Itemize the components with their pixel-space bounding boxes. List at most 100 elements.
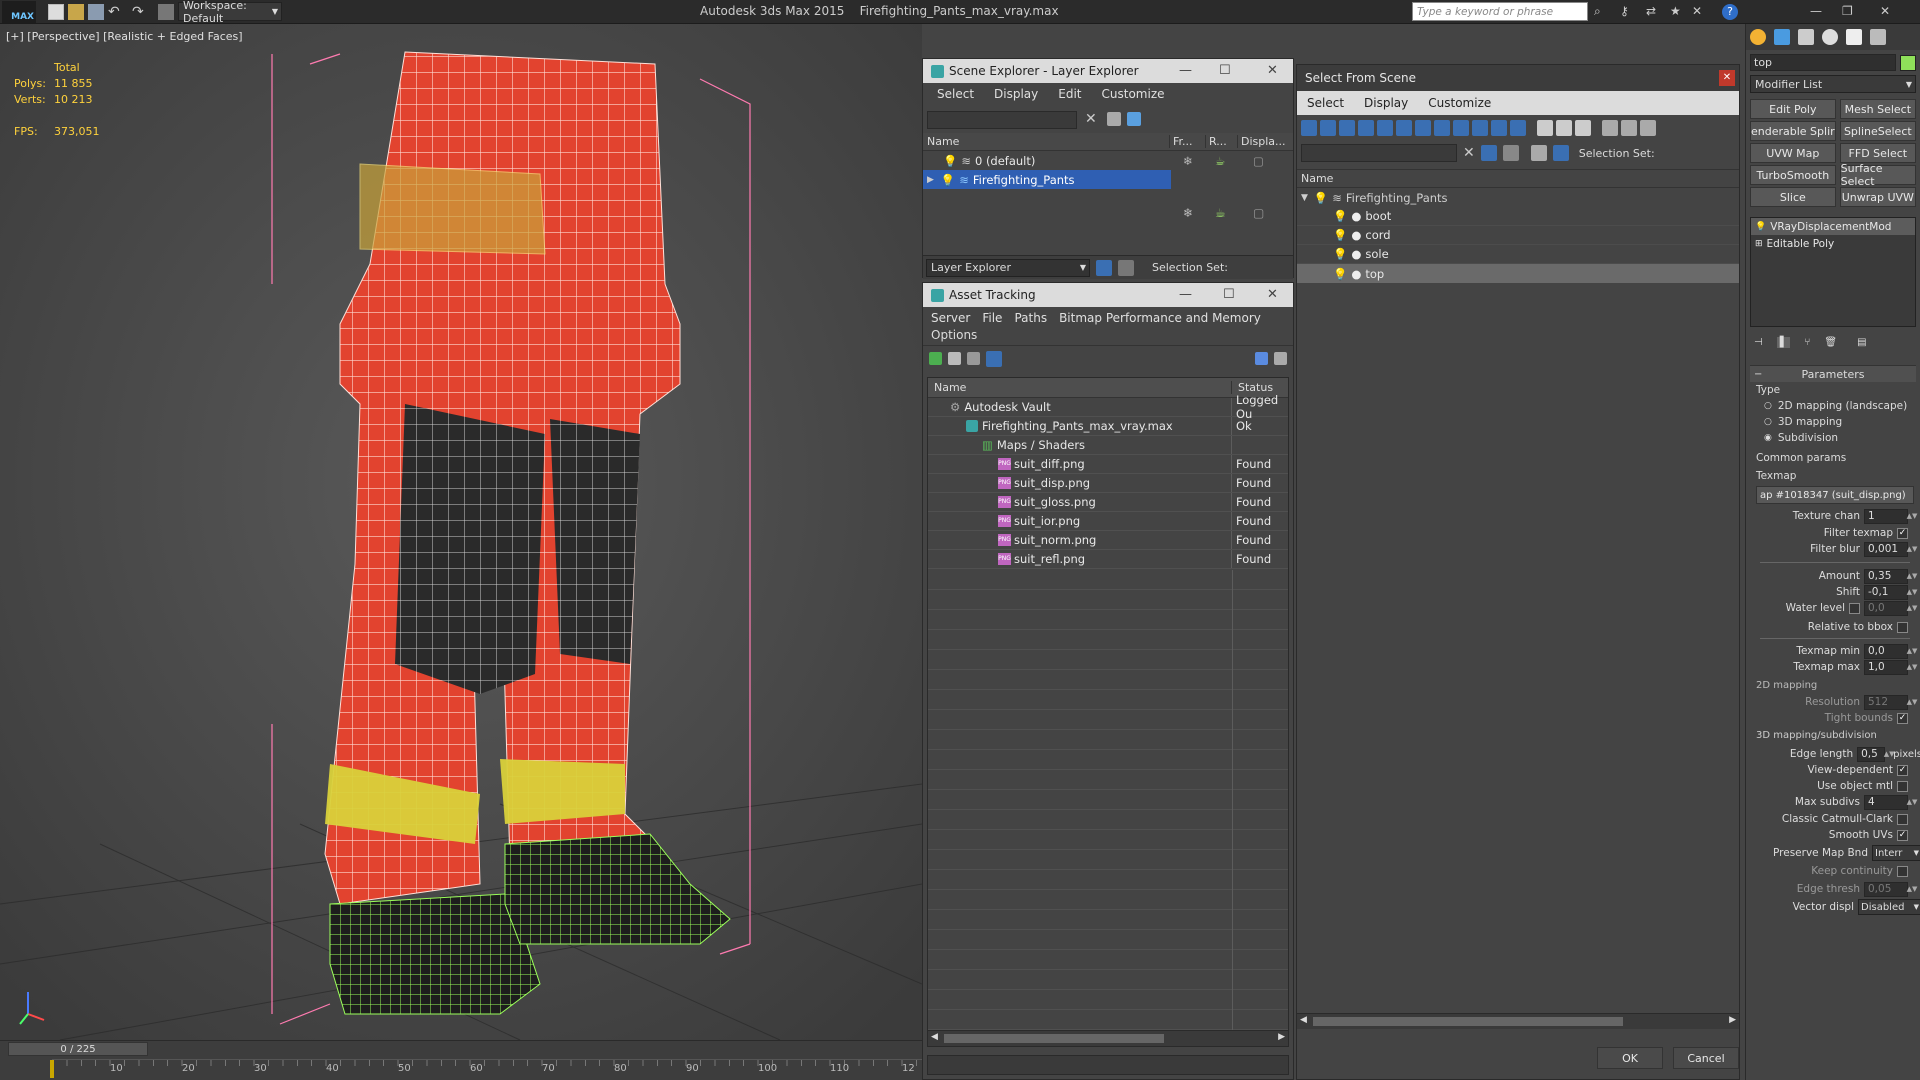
spinner-icon[interactable]: ▲▼ bbox=[1907, 509, 1918, 524]
binoculars-icon[interactable]: ⌕ bbox=[1594, 4, 1610, 20]
texmap-max-field[interactable]: 1,0 bbox=[1864, 659, 1908, 675]
cancel-button[interactable]: Cancel bbox=[1673, 1047, 1739, 1069]
spinner-icon[interactable]: ▲▼ bbox=[1907, 795, 1918, 810]
minimize-icon[interactable]: — bbox=[1810, 4, 1826, 20]
asset-hscrollbar[interactable]: ◀ ▶ bbox=[928, 1030, 1288, 1046]
list-view-icon[interactable] bbox=[948, 352, 961, 365]
texture-channel-field[interactable]: 1 bbox=[1864, 508, 1908, 524]
water-level-checkbox[interactable] bbox=[1849, 602, 1860, 614]
funnel-icon[interactable] bbox=[1480, 145, 1497, 161]
filter-cameras-icon[interactable] bbox=[1358, 120, 1374, 136]
display-none-icon[interactable] bbox=[1556, 120, 1572, 136]
x-icon[interactable]: ✕ bbox=[1692, 4, 1708, 20]
create-tab-icon[interactable] bbox=[1750, 29, 1766, 45]
clear-search-icon[interactable]: ✕ bbox=[1463, 145, 1475, 161]
modifier-list-dropdown[interactable]: Modifier List ▼ bbox=[1750, 75, 1916, 93]
filter-frozen-icon[interactable] bbox=[1491, 120, 1507, 136]
asset-row[interactable]: Firefighting_Pants_max_vray.max Ok bbox=[928, 417, 1288, 436]
spinner-icon[interactable]: ▲▼ bbox=[1907, 882, 1918, 897]
menu-edit[interactable]: Edit bbox=[1058, 87, 1081, 103]
explorer-type-dropdown[interactable]: Layer Explorer ▼ bbox=[926, 258, 1090, 277]
lightbulb-icon[interactable]: 💡 bbox=[1333, 209, 1347, 223]
settings-icon[interactable] bbox=[1274, 352, 1287, 365]
clear-search-icon[interactable]: ✕ bbox=[1085, 111, 1097, 127]
menu-options[interactable]: Options bbox=[923, 325, 1293, 345]
mesh-select-button[interactable]: Mesh Select bbox=[1839, 99, 1916, 119]
layers-button-icon[interactable] bbox=[1096, 259, 1112, 276]
edit-poly-button[interactable]: Edit Poly bbox=[1750, 99, 1836, 119]
open-file-icon[interactable] bbox=[68, 4, 84, 20]
render-teapot-icon[interactable]: ☕ bbox=[1215, 206, 1226, 220]
radio-2d-mapping[interactable]: ○ 2D mapping (landscape) bbox=[1756, 398, 1916, 414]
scrollbar-thumb[interactable] bbox=[944, 1034, 1164, 1043]
filter-bones-icon[interactable] bbox=[1453, 120, 1469, 136]
max-subdivs-field[interactable]: 4 bbox=[1864, 794, 1908, 810]
hierarchy-tab-icon[interactable] bbox=[1798, 29, 1814, 45]
object-name-field[interactable]: top bbox=[1750, 54, 1896, 71]
unwrap-uvw-button[interactable]: Unwrap UVW bbox=[1839, 187, 1916, 207]
remove-modifier-icon[interactable]: 🗑 bbox=[1824, 337, 1837, 348]
surface-select-button[interactable]: Surface Select bbox=[1839, 162, 1916, 188]
close-icon[interactable]: ✕ bbox=[1267, 287, 1278, 302]
menu-display[interactable]: Display bbox=[1364, 96, 1408, 110]
undo-icon[interactable]: ↶ bbox=[108, 4, 124, 20]
save-icon[interactable] bbox=[88, 4, 104, 20]
menu-display[interactable]: Display bbox=[994, 87, 1038, 103]
tree-item-boot[interactable]: 💡 ● boot bbox=[1297, 207, 1739, 226]
stack-item-editable-poly[interactable]: ⊞ Editable Poly bbox=[1751, 235, 1915, 252]
lightbulb-icon[interactable]: 💡 bbox=[1755, 222, 1766, 232]
preserve-map-bnd-dropdown[interactable]: Interr ▼ bbox=[1872, 845, 1920, 861]
spline-select-button[interactable]: SplineSelect bbox=[1839, 121, 1916, 141]
menu-server[interactable]: Server bbox=[931, 311, 970, 325]
time-slider[interactable]: 0 / 225 10 20 30 40 50 60 70 80 90 100 110 12 bbox=[0, 1040, 922, 1080]
help-icon[interactable]: ? bbox=[1722, 4, 1738, 20]
display-box-icon[interactable]: ▢ bbox=[1253, 206, 1264, 220]
make-unique-icon[interactable]: ⑂ bbox=[1804, 337, 1810, 348]
smooth-uvs-checkbox[interactable]: ✓ bbox=[1897, 829, 1908, 841]
menu-file[interactable]: File bbox=[982, 311, 1002, 325]
scroll-left-icon[interactable]: ◀ bbox=[1300, 1015, 1307, 1025]
tree-item-cord[interactable]: 💡 ● cord bbox=[1297, 226, 1739, 245]
ffd-select-button[interactable]: FFD Select bbox=[1839, 143, 1916, 163]
maximize-icon[interactable]: ☐ bbox=[1223, 287, 1235, 302]
modify-tab-icon[interactable] bbox=[1774, 29, 1790, 45]
filter-hidden-icon[interactable] bbox=[1510, 120, 1526, 136]
render-teapot-icon[interactable]: ☕ bbox=[1215, 154, 1225, 168]
edge-thresh-field[interactable]: 0,05 bbox=[1864, 881, 1908, 897]
scroll-left-icon[interactable]: ◀ bbox=[931, 1032, 938, 1042]
radio-3d-mapping[interactable]: ○ 3D mapping bbox=[1756, 414, 1916, 430]
filter-xrefs-icon[interactable] bbox=[1434, 120, 1450, 136]
spinner-icon[interactable]: ▲▼ bbox=[1907, 601, 1918, 616]
relative-bbox-checkbox[interactable] bbox=[1897, 621, 1908, 633]
scroll-right-icon[interactable]: ▶ bbox=[1278, 1032, 1285, 1042]
expand-arrow-icon[interactable]: ▶ bbox=[927, 175, 934, 185]
lightbulb-icon[interactable]: 💡 bbox=[943, 154, 957, 168]
scroll-right-icon[interactable]: ▶ bbox=[1729, 1015, 1736, 1025]
hierarchy-icon[interactable] bbox=[1552, 145, 1569, 161]
new-file-icon[interactable] bbox=[48, 4, 64, 20]
asset-row[interactable]: ⚙ Autodesk Vault Logged Ou bbox=[928, 393, 1288, 421]
scene-explorer-title-bar[interactable]: Scene Explorer - Layer Explorer bbox=[923, 59, 1293, 83]
filter-lights-icon[interactable] bbox=[1339, 120, 1355, 136]
options-icon[interactable] bbox=[1640, 120, 1656, 136]
filter-texmap-checkbox[interactable]: ✓ bbox=[1897, 527, 1908, 539]
filter-containers-icon[interactable] bbox=[1472, 120, 1488, 136]
time-cursor[interactable] bbox=[50, 1060, 54, 1078]
motion-tab-icon[interactable] bbox=[1822, 29, 1838, 45]
minimize-icon[interactable]: — bbox=[1179, 287, 1192, 302]
spinner-icon[interactable]: ▲▼ bbox=[1907, 585, 1918, 600]
key-icon[interactable]: ⚷ bbox=[1620, 4, 1636, 20]
resolution-field[interactable]: 512 bbox=[1864, 694, 1908, 710]
timeline-ruler[interactable]: 10 20 30 40 50 60 70 80 90 100 110 12 bbox=[50, 1059, 922, 1079]
spinner-icon[interactable]: ▲▼ bbox=[1907, 542, 1918, 557]
spinner-icon[interactable]: ▲▼ bbox=[1907, 660, 1918, 675]
texmap-min-field[interactable]: 0,0 bbox=[1864, 643, 1908, 659]
lightbulb-icon[interactable]: 💡 bbox=[1314, 191, 1328, 205]
maximize-icon[interactable]: ❐ bbox=[1842, 4, 1858, 20]
table-view-icon[interactable] bbox=[986, 350, 1002, 367]
sort-icon[interactable] bbox=[1621, 120, 1637, 136]
filter-icon[interactable] bbox=[1107, 112, 1121, 126]
filter-spacewarps-icon[interactable] bbox=[1396, 120, 1412, 136]
close-icon[interactable]: ✕ bbox=[1880, 4, 1896, 20]
lightbulb-icon[interactable]: 💡 bbox=[1333, 247, 1347, 261]
